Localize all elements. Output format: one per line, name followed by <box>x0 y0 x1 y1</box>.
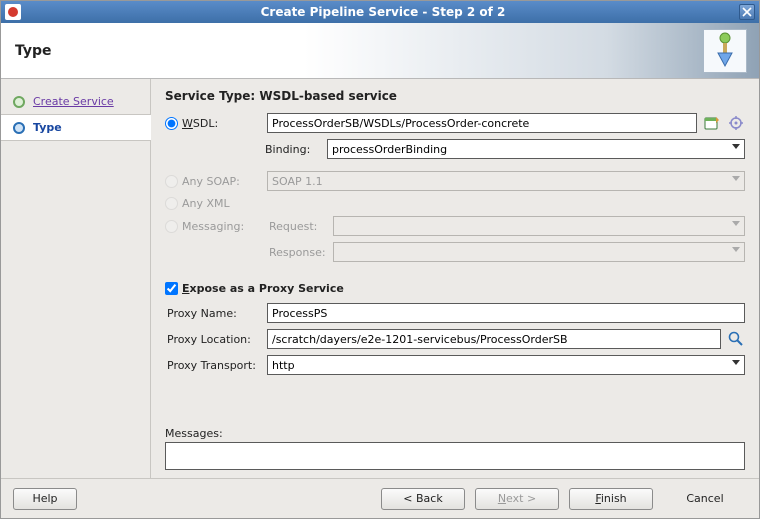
cancel-button[interactable]: Cancel <box>663 488 747 510</box>
wsdl-radio-group[interactable]: WSDL: <box>165 117 261 130</box>
chevron-down-icon <box>732 360 740 365</box>
chevron-down-icon <box>732 221 740 226</box>
close-button[interactable] <box>739 4 755 20</box>
proxy-name-row: Proxy Name: <box>165 303 745 323</box>
browse-wsdl-button[interactable] <box>703 114 721 132</box>
sidebar-step-label[interactable]: Create Service <box>33 95 114 108</box>
header-banner: Type <box>1 23 759 79</box>
step-indicator-icon <box>13 96 25 108</box>
page-title: Type <box>15 43 52 59</box>
any-soap-select: SOAP 1.1 <box>267 171 745 191</box>
proxy-transport-select[interactable]: http <box>267 355 745 375</box>
any-xml-radio <box>165 197 178 210</box>
wsdl-radio[interactable] <box>165 117 178 130</box>
sidebar-step-create-service[interactable]: Create Service <box>1 89 150 114</box>
chevron-down-icon <box>732 176 740 181</box>
expose-proxy-label: Expose as a Proxy Service <box>182 282 344 295</box>
proxy-location-label: Proxy Location: <box>165 333 261 346</box>
expose-proxy-checkbox-row[interactable]: Expose as a Proxy Service <box>165 282 745 295</box>
app-icon <box>5 4 21 20</box>
any-soap-label: Any SOAP: <box>182 175 240 188</box>
finish-button[interactable]: Finish <box>569 488 653 510</box>
any-xml-row: Any XML <box>165 197 745 210</box>
wsdl-row: WSDL: <box>165 113 745 133</box>
messages-label: Messages: <box>165 397 745 440</box>
proxy-location-input[interactable] <box>267 329 721 349</box>
any-soap-value: SOAP 1.1 <box>272 175 323 188</box>
request-label: Request: <box>267 220 327 233</box>
service-type-heading: Service Type: WSDL-based service <box>165 89 745 103</box>
next-button: Next > <box>475 488 559 510</box>
proxy-transport-label: Proxy Transport: <box>165 359 261 372</box>
sidebar-step-label: Type <box>33 121 62 134</box>
any-soap-radio <box>165 175 178 188</box>
any-xml-radio-group: Any XML <box>165 197 261 210</box>
wsdl-settings-button[interactable] <box>727 114 745 132</box>
any-soap-radio-group: Any SOAP: <box>165 175 261 188</box>
proxy-transport-value: http <box>272 359 295 372</box>
request-select <box>333 216 745 236</box>
step-indicator-icon <box>13 122 25 134</box>
response-row: Response: <box>165 242 745 262</box>
dialog-window: Create Pipeline Service - Step 2 of 2 Ty… <box>0 0 760 519</box>
main-panel: Service Type: WSDL-based service WSDL: B… <box>151 79 759 478</box>
binding-row: Binding: processOrderBinding <box>165 139 745 159</box>
help-button[interactable]: Help <box>13 488 77 510</box>
messaging-row: Messaging: Request: <box>165 216 745 236</box>
browse-location-button[interactable] <box>727 330 745 348</box>
response-select <box>333 242 745 262</box>
pipeline-wizard-icon <box>703 29 747 73</box>
chevron-down-icon <box>732 144 740 149</box>
proxy-name-label: Proxy Name: <box>165 307 261 320</box>
proxy-transport-row: Proxy Transport: http <box>165 355 745 375</box>
any-xml-label: Any XML <box>182 197 230 210</box>
wsdl-radio-label: WSDL: <box>182 117 218 130</box>
proxy-location-row: Proxy Location: <box>165 329 745 349</box>
proxy-name-input[interactable] <box>267 303 745 323</box>
sidebar-step-type[interactable]: Type <box>1 114 151 141</box>
messaging-label: Messaging: <box>182 220 244 233</box>
binding-select[interactable]: processOrderBinding <box>327 139 745 159</box>
binding-label: Binding: <box>165 143 321 156</box>
messaging-radio-group: Messaging: <box>165 220 261 233</box>
expose-proxy-checkbox[interactable] <box>165 282 178 295</box>
wsdl-path-input[interactable] <box>267 113 697 133</box>
any-soap-row: Any SOAP: SOAP 1.1 <box>165 171 745 191</box>
window-title: Create Pipeline Service - Step 2 of 2 <box>27 5 739 19</box>
back-button[interactable]: < Back <box>381 488 465 510</box>
titlebar: Create Pipeline Service - Step 2 of 2 <box>1 1 759 23</box>
messages-box <box>165 442 745 470</box>
chevron-down-icon <box>732 247 740 252</box>
dialog-footer: Help < Back Next > Finish Cancel <box>1 478 759 518</box>
response-label: Response: <box>267 246 327 259</box>
dialog-body: Create Service Type Service Type: WSDL-b… <box>1 79 759 478</box>
binding-value: processOrderBinding <box>332 143 447 156</box>
messaging-radio <box>165 220 178 233</box>
wizard-steps-sidebar: Create Service Type <box>1 79 151 478</box>
